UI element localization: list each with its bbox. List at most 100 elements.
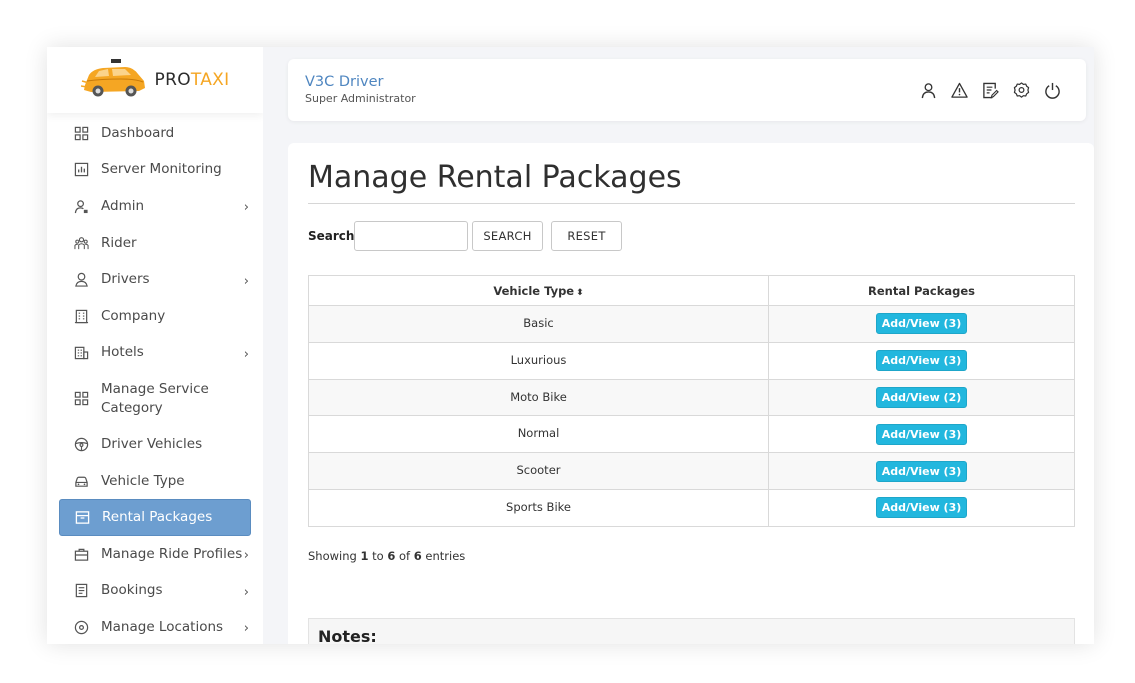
brand-name: PROTAXI — [155, 70, 230, 90]
sidebar-menu: Dashboard Server Monitoring Admin › Ride… — [47, 113, 263, 644]
chart-icon — [73, 162, 89, 178]
table-row: Sports Bike Add/View (3) — [308, 488, 1075, 527]
sidebar-item-rider[interactable]: Rider — [47, 225, 263, 262]
chevron-right-icon: › — [243, 548, 249, 564]
sidebar-item-label: Admin — [101, 197, 145, 214]
sidebar-item-label: Server Monitoring — [101, 161, 222, 178]
table-row: Moto Bike Add/View (2) — [308, 378, 1075, 417]
title-divider — [308, 203, 1075, 204]
table-row: Normal Add/View (3) — [308, 415, 1075, 454]
vehicle-type-cell: Moto Bike — [308, 378, 769, 417]
grid-icon — [73, 391, 89, 407]
packages-cell: Add/View (3) — [768, 488, 1075, 527]
add-view-button[interactable]: Add/View (3) — [875, 423, 968, 445]
settings-icon[interactable] — [1012, 81, 1030, 99]
add-view-button[interactable]: Add/View (3) — [875, 497, 968, 519]
sidebar-item-dashboard[interactable]: Dashboard — [47, 115, 263, 152]
chevron-right-icon: › — [243, 273, 249, 289]
search-input[interactable] — [354, 221, 468, 251]
entries-info: Showing 1 to 6 of 6 entries — [308, 549, 465, 563]
column-header-vehicle-type[interactable]: Vehicle Type ⬍ — [308, 275, 769, 306]
chevron-right-icon: › — [243, 346, 249, 362]
column-header-rental-packages: Rental Packages — [768, 275, 1075, 306]
app-window: PROTAXI Dashboard Server Monitoring Admi… — [47, 47, 1094, 644]
brand-pro-text: PRO — [154, 70, 191, 90]
search-button[interactable]: SEARCH — [472, 221, 543, 251]
entries-suffix: entries — [421, 549, 466, 563]
packages-cell: Add/View (3) — [768, 415, 1075, 454]
sidebar-item-label: Manage Service Category — [101, 380, 209, 416]
user-name[interactable]: V3C Driver — [305, 74, 384, 90]
driver-icon — [73, 272, 89, 288]
vehicle-type-cell: Sports Bike — [308, 488, 769, 527]
vehicle-type-cell: Basic — [308, 305, 769, 343]
sidebar-item-label: Drivers — [101, 271, 150, 288]
sidebar-item-rental-packages[interactable]: Rental Packages — [59, 499, 251, 536]
sidebar-item-hotels[interactable]: Hotels › — [47, 335, 263, 372]
sidebar-item-label: Dashboard — [101, 124, 175, 141]
sidebar-item-label: Vehicle Type — [101, 472, 185, 489]
packages-cell: Add/View (2) — [768, 378, 1075, 417]
packages-cell: Add/View (3) — [768, 305, 1075, 343]
rider-icon — [73, 235, 89, 251]
sidebar-item-manage-ride-profiles[interactable]: Manage Ride Profiles › — [47, 536, 263, 573]
sidebar-item-label: Rider — [101, 234, 137, 251]
power-icon[interactable] — [1043, 81, 1061, 99]
packages-cell: Add/View (3) — [768, 341, 1075, 380]
sidebar-item-vehicle-type[interactable]: Vehicle Type — [47, 463, 263, 500]
steering-wheel-icon — [73, 436, 89, 452]
sidebar-item-label: Company — [101, 307, 166, 324]
add-view-button[interactable]: Add/View (3) — [875, 350, 968, 372]
table-row: Scooter Add/View (3) — [308, 452, 1075, 490]
sidebar-item-company[interactable]: Company — [47, 298, 263, 335]
hotel-icon — [73, 345, 89, 361]
entries-to-word: to — [368, 549, 388, 563]
sidebar: PROTAXI Dashboard Server Monitoring Admi… — [47, 47, 263, 644]
briefcase-icon — [73, 546, 89, 562]
search-label: Search: — [308, 229, 360, 243]
brand-logo[interactable]: PROTAXI — [47, 47, 263, 113]
vehicle-type-cell: Scooter — [308, 452, 769, 490]
package-icon — [74, 510, 90, 526]
notes-panel: Notes: — [308, 618, 1075, 644]
sidebar-item-server-monitoring[interactable]: Server Monitoring — [47, 152, 263, 189]
header-actions — [919, 81, 1061, 99]
sidebar-item-bookings[interactable]: Bookings › — [47, 573, 263, 610]
column-header-label: Vehicle Type — [493, 283, 575, 298]
chevron-right-icon: › — [243, 621, 249, 637]
packages-cell: Add/View (3) — [768, 452, 1075, 490]
sidebar-item-admin[interactable]: Admin › — [47, 188, 263, 225]
sidebar-item-manage-service-category[interactable]: Manage Service Category — [47, 371, 263, 426]
table-row: Basic Add/View (3) — [308, 305, 1075, 343]
sort-icon: ⬍ — [576, 287, 584, 298]
bookings-icon — [73, 583, 89, 599]
admin-icon — [73, 198, 89, 214]
user-role: Super Administrator — [305, 92, 416, 105]
vehicle-type-cell: Normal — [308, 415, 769, 454]
company-icon — [73, 308, 89, 324]
vehicle-type-cell: Luxurious — [308, 341, 769, 380]
entries-total: 6 — [413, 549, 422, 563]
user-icon[interactable] — [919, 81, 937, 99]
sidebar-item-drivers[interactable]: Drivers › — [47, 261, 263, 298]
main-content: Manage Rental Packages Search: SEARCH RE… — [288, 143, 1094, 644]
sidebar-item-label: Manage Locations — [101, 618, 224, 635]
add-view-button[interactable]: Add/View (3) — [875, 313, 968, 335]
warning-icon[interactable] — [950, 81, 968, 99]
edit-icon[interactable] — [981, 81, 999, 99]
top-header: V3C Driver Super Administrator — [288, 59, 1086, 121]
rental-packages-table: Vehicle Type ⬍ Rental Packages Basic Add/… — [308, 275, 1075, 527]
page-title: Manage Rental Packages — [308, 160, 682, 195]
entries-prefix: Showing — [308, 549, 361, 563]
chevron-right-icon: › — [243, 200, 249, 216]
sidebar-item-driver-vehicles[interactable]: Driver Vehicles — [47, 426, 263, 463]
car-icon — [73, 473, 89, 489]
table-header-row: Vehicle Type ⬍ Rental Packages — [308, 275, 1075, 306]
dashboard-icon — [73, 125, 89, 141]
add-view-button[interactable]: Add/View (3) — [875, 460, 968, 482]
sidebar-item-manage-locations[interactable]: Manage Locations › — [47, 609, 263, 644]
location-icon — [73, 619, 89, 635]
reset-button[interactable]: RESET — [551, 221, 622, 251]
table-row: Luxurious Add/View (3) — [308, 341, 1075, 380]
add-view-button[interactable]: Add/View (2) — [875, 386, 968, 408]
